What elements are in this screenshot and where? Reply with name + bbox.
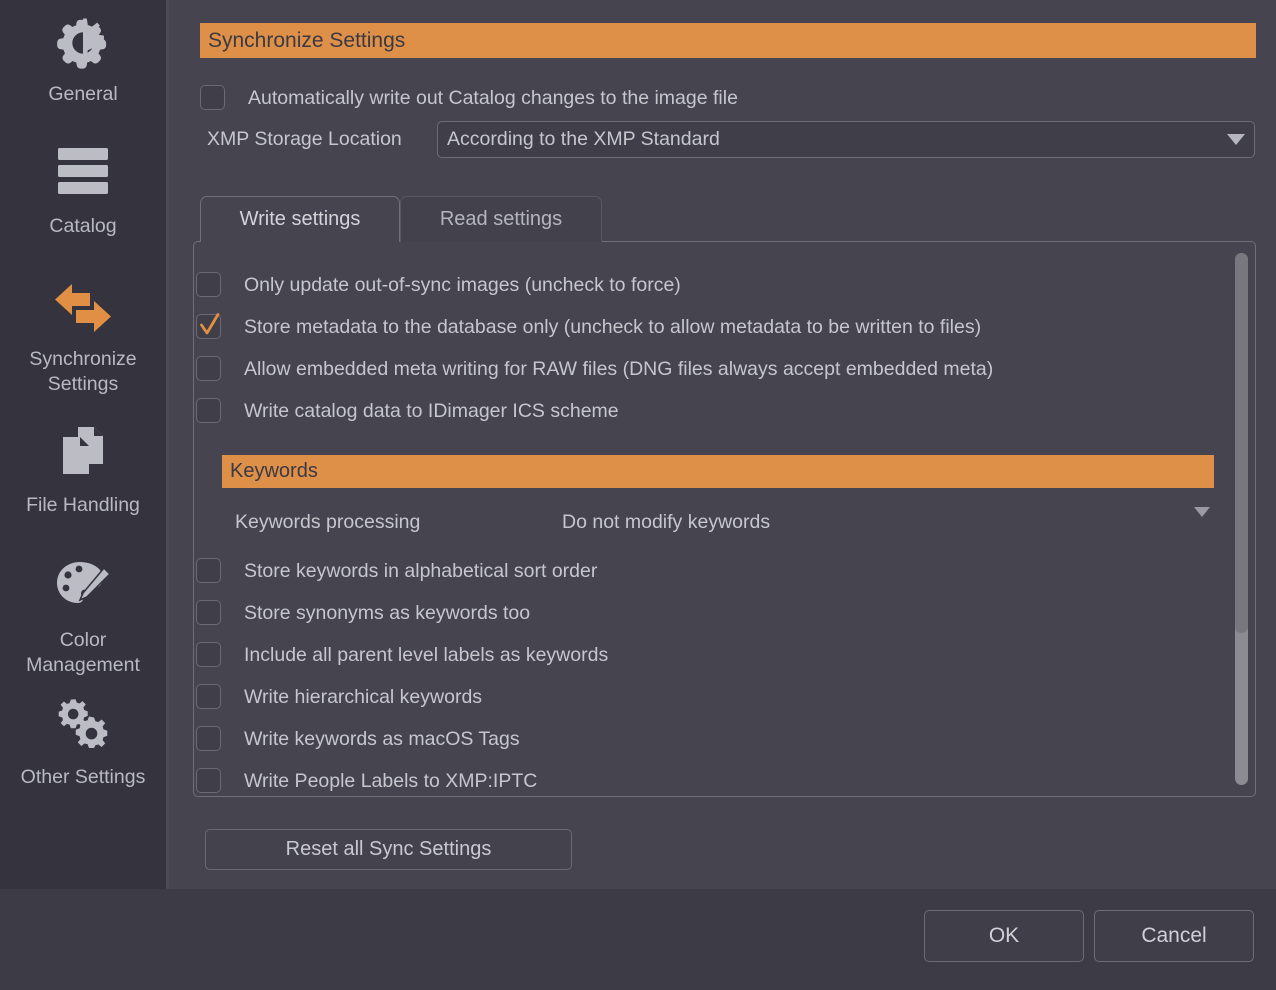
label-write-catalog-ics-scheme: Write catalog data to IDimager ICS schem…	[244, 400, 619, 422]
checkbox-write-keywords-macos-tags[interactable]	[196, 726, 221, 751]
preferences-dialog: General Catalog Synchronize Settings Fil…	[0, 0, 1276, 990]
chevron-down-icon[interactable]	[1194, 507, 1210, 535]
cancel-button[interactable]: Cancel	[1094, 910, 1254, 962]
sidebar-item-file-handling[interactable]: File Handling	[0, 425, 166, 518]
checkbox-write-catalog-ics-scheme[interactable]	[196, 398, 221, 423]
ok-button[interactable]: OK	[924, 910, 1084, 962]
chevron-down-icon	[1218, 134, 1254, 145]
checkbox-auto-write-catalog[interactable]	[200, 85, 225, 110]
select-xmp-storage-location[interactable]: According to the XMP Standard	[437, 121, 1255, 158]
documents-icon	[0, 425, 166, 487]
sidebar-item-label: File Handling	[26, 494, 140, 516]
checkbox-store-synonyms-as-keywords[interactable]	[196, 600, 221, 625]
label-xmp-storage-location: XMP Storage Location	[207, 128, 402, 150]
label-write-hierarchical-keywords: Write hierarchical keywords	[244, 686, 483, 708]
sidebar-item-label: Synchronize Settings	[29, 348, 137, 395]
sidebar: General Catalog Synchronize Settings Fil…	[0, 0, 166, 889]
palette-icon	[0, 560, 166, 622]
label-store-synonyms-as-keywords: Store synonyms as keywords too	[244, 602, 531, 624]
gears-icon	[0, 697, 166, 759]
label-allow-embedded-meta-raw: Allow embedded meta writing for RAW file…	[244, 358, 994, 380]
sidebar-item-catalog[interactable]: Catalog	[0, 146, 166, 239]
gear-icon	[0, 14, 166, 76]
section-title-synchronize-settings: Synchronize Settings	[200, 23, 1256, 58]
label-store-metadata-database-only: Store metadata to the database only (unc…	[244, 316, 982, 338]
select-xmp-value: According to the XMP Standard	[447, 128, 720, 150]
reset-all-sync-settings-button[interactable]: Reset all Sync Settings	[205, 829, 572, 870]
sidebar-item-label: Color Management	[26, 629, 140, 676]
sidebar-item-general[interactable]: General	[0, 14, 166, 107]
select-keywords-processing-value[interactable]: Do not modify keywords	[562, 511, 770, 534]
label-store-keywords-alphabetical: Store keywords in alphabetical sort orde…	[244, 560, 598, 582]
sync-arrows-icon	[0, 279, 166, 341]
checkbox-write-people-labels-xmp-iptc[interactable]	[196, 768, 221, 793]
checkbox-allow-embedded-meta-raw[interactable]	[196, 356, 221, 381]
label-write-keywords-macos-tags: Write keywords as macOS Tags	[244, 728, 520, 750]
stack-lines-icon	[0, 146, 166, 208]
dialog-footer: OK Cancel	[0, 889, 1276, 990]
label-auto-write-catalog: Automatically write out Catalog changes …	[248, 87, 738, 109]
label-keywords-processing: Keywords processing	[235, 511, 421, 533]
sidebar-item-other-settings[interactable]: Other Settings	[0, 697, 166, 790]
main-content: Synchronize Settings Automatically write…	[169, 0, 1276, 889]
check-icon	[200, 313, 220, 335]
tab-read-settings[interactable]: Read settings	[400, 196, 602, 242]
sidebar-item-label: Catalog	[49, 215, 117, 237]
sidebar-item-synchronize-settings[interactable]: Synchronize Settings	[0, 279, 166, 397]
checkbox-store-metadata-database-only[interactable]	[196, 313, 221, 339]
checkbox-only-update-out-of-sync[interactable]	[196, 272, 221, 297]
label-include-parent-level-labels: Include all parent level labels as keywo…	[244, 644, 609, 666]
label-write-people-labels-xmp-iptc: Write People Labels to XMP:IPTC	[244, 770, 538, 792]
sidebar-item-label: General	[48, 83, 118, 105]
scrollbar-thumb[interactable]	[1235, 253, 1248, 633]
tab-panel-write-settings: Only update out-of-sync images (uncheck …	[193, 241, 1256, 797]
section-title-keywords: Keywords	[222, 455, 1214, 488]
tab-write-settings[interactable]: Write settings	[200, 196, 400, 242]
checkbox-store-keywords-alphabetical[interactable]	[196, 558, 221, 583]
panel-scrollbar[interactable]	[1235, 253, 1248, 785]
sidebar-item-color-management[interactable]: Color Management	[0, 560, 166, 678]
checkbox-include-parent-level-labels[interactable]	[196, 642, 221, 667]
label-only-update-out-of-sync: Only update out-of-sync images (uncheck …	[244, 274, 681, 296]
checkbox-write-hierarchical-keywords[interactable]	[196, 684, 221, 709]
sidebar-item-label: Other Settings	[20, 766, 146, 788]
